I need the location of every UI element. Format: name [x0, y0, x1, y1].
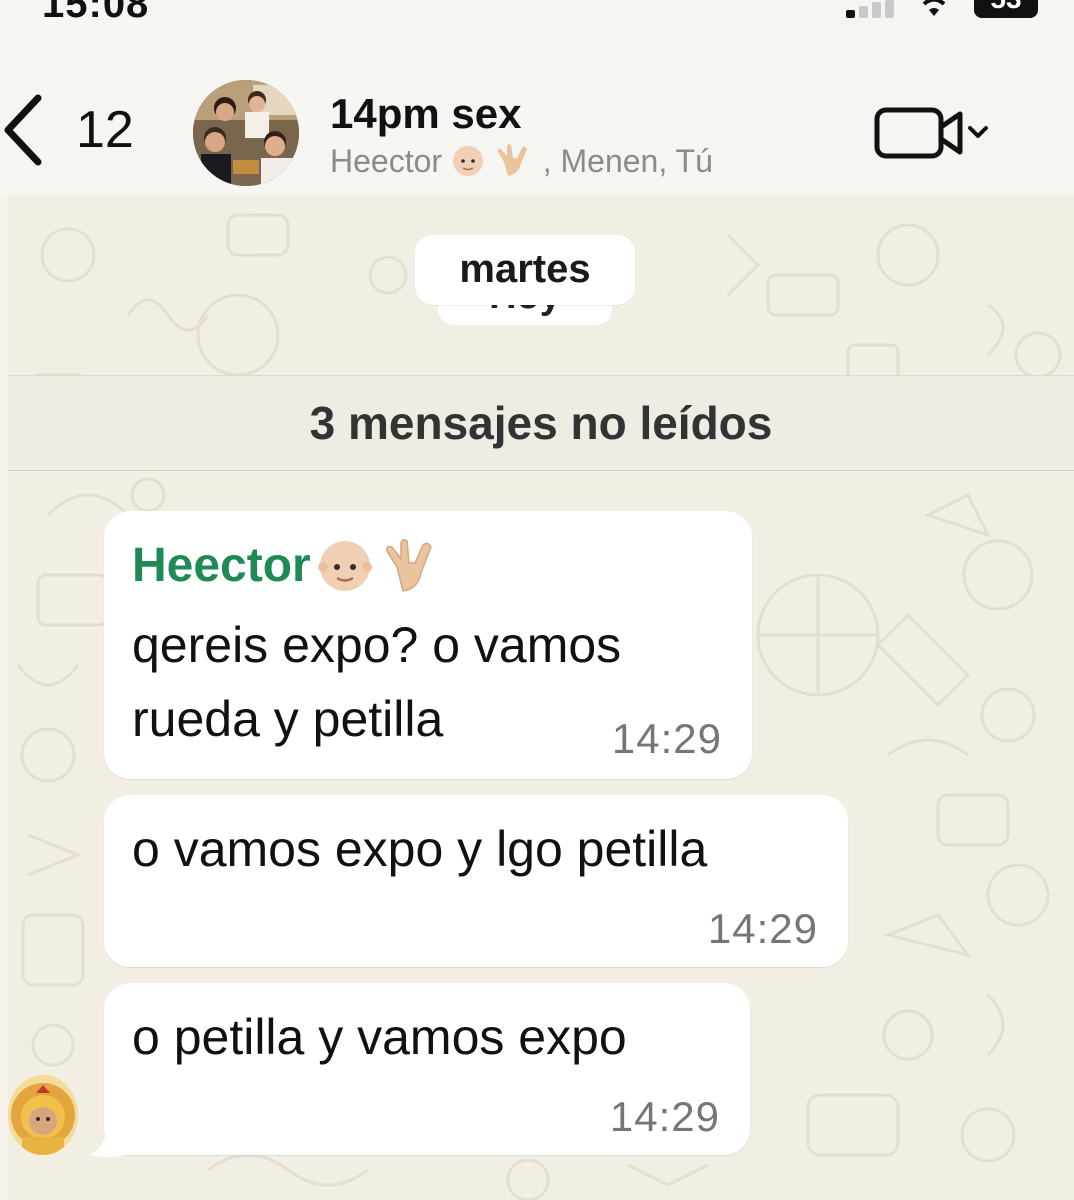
member-names-rest: , Menen, Tú [542, 143, 713, 179]
chevron-left-icon [4, 94, 42, 166]
sender-avatar[interactable] [8, 1075, 78, 1155]
status-time: 15:08 [42, 0, 150, 26]
message-time: 14:29 [707, 905, 818, 952]
message-list[interactable]: Hoy martes 3 mensajes no leídos Heector … [8, 195, 1074, 1200]
unread-messages-banner: 3 mensajes no leídos [8, 375, 1074, 471]
group-photo [193, 80, 299, 186]
message-time: 14:29 [611, 715, 722, 762]
member-name: Heector [330, 143, 451, 179]
battery-icon: 53 [974, 0, 1038, 18]
video-camera-icon [874, 107, 963, 159]
message-bubble[interactable]: o petilla y vamos expo 14:29 [104, 983, 750, 1155]
battery-level: 53 [977, 0, 1035, 15]
love-you-gesture-icon [385, 539, 432, 592]
chat-title[interactable]: 14pm sex [330, 90, 521, 138]
bubble-tail [90, 1115, 126, 1157]
back-button[interactable]: 12 [0, 90, 140, 170]
bald-person-emoji-icon [452, 146, 483, 176]
avatar-photo [8, 1075, 78, 1155]
date-pill: martes [415, 235, 635, 305]
wifi-icon [922, 0, 946, 16]
chat-members: Heector , Menen, Tú [330, 142, 713, 180]
status-bar: 15:08 53 [0, 0, 1074, 40]
cellular-signal-icon [846, 0, 900, 18]
sender-name[interactable]: Heector [132, 537, 443, 593]
unread-chats-count: 12 [76, 101, 134, 159]
chevron-down-icon [968, 126, 988, 138]
chat-header: 12 14pm sex Heector , Menen, Tú [0, 40, 1074, 195]
message-time: 14:29 [609, 1093, 720, 1140]
message-text-line: rueda y petilla [132, 691, 444, 747]
bald-person-emoji-icon [317, 541, 372, 591]
message-bubble[interactable]: Heector qereis expo? o vamos rueda y pet… [104, 511, 752, 779]
love-you-gesture-icon [497, 144, 527, 176]
message-text-line: o vamos expo y lgo petilla [132, 821, 708, 877]
group-avatar[interactable] [193, 80, 299, 186]
message-text-line: o petilla y vamos expo [132, 1009, 627, 1065]
message-text-line: qereis expo? o vamos [132, 617, 622, 673]
sender-name-text: Heector [132, 538, 311, 592]
message-bubble[interactable]: o vamos expo y lgo petilla 14:29 [104, 795, 848, 967]
video-call-button[interactable] [870, 100, 1000, 170]
